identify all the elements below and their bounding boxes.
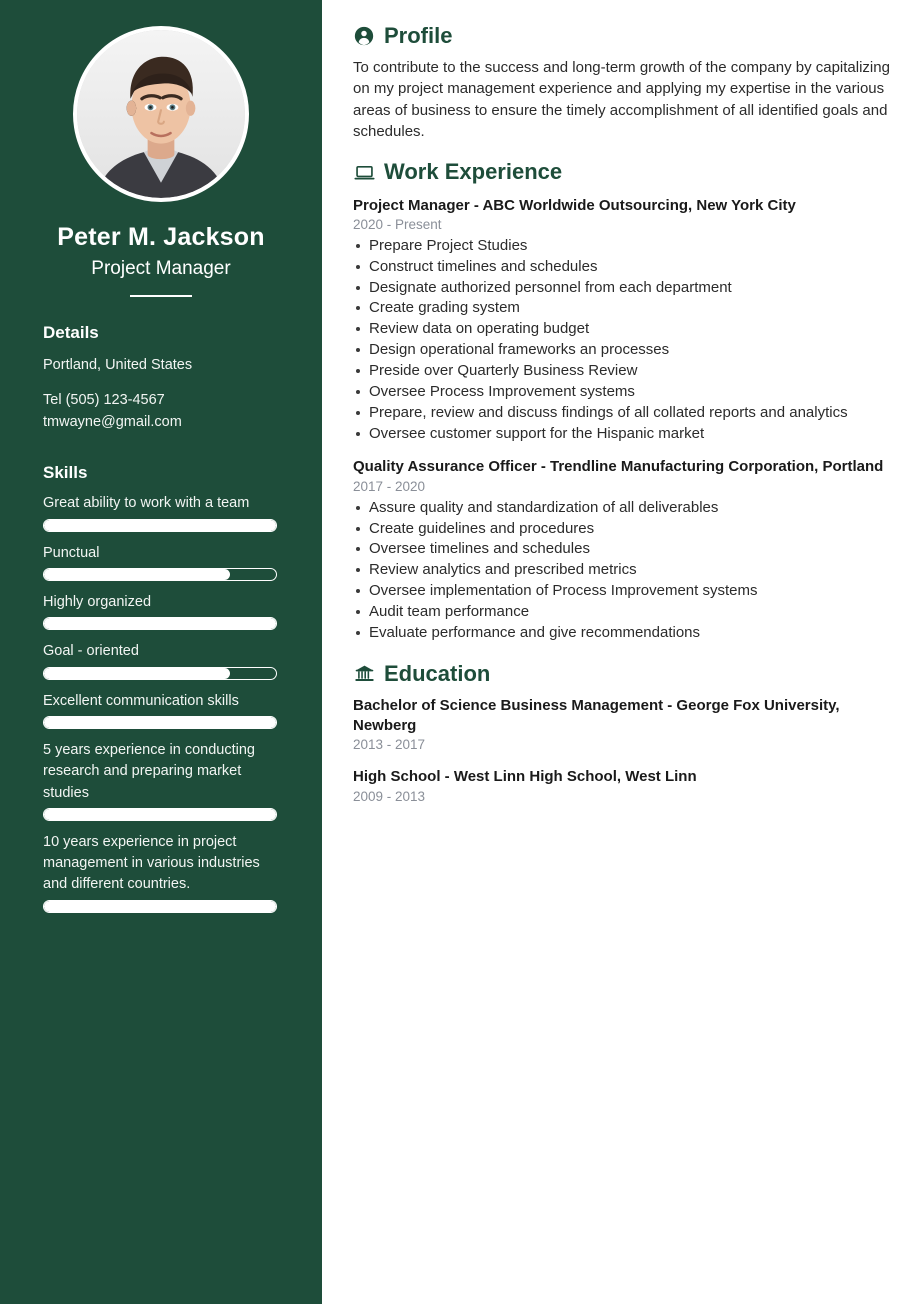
details-heading: Details [43,322,99,342]
work-bullet-item: Create guidelines and procedures [353,519,893,540]
skill-item: 10 years experience in project managemen… [43,832,277,913]
skill-label: Goal - oriented [43,643,139,660]
profile-text: To contribute to the success and long-te… [353,59,890,141]
skill-label: Excellent communication skills [43,692,239,709]
skill-bar [43,666,277,680]
skill-bar [43,518,277,532]
skill-label: 10 years experience in project managemen… [43,833,260,893]
skill-item: 5 years experience in conducting researc… [43,740,277,821]
details-section: Details Portland, United States Tel (505… [0,323,322,913]
detail-phone: Tel (505) 123-4567 [43,391,165,408]
profile-section-header: Profile [353,23,893,48]
work-bullet-item: Create grading system [353,298,893,319]
work-bullet-item: Oversee timelines and schedules [353,539,893,560]
skills-list: Great ability to work with a team Punctua… [43,493,277,913]
education-entry-title: High School - West Linn High School, Wes… [353,767,697,785]
education-entries: Bachelor of Science Business Management … [353,696,893,807]
work-bullet-item: Design operational frameworks an process… [353,340,893,361]
skills-heading: Skills [43,463,88,483]
avatar [73,26,249,202]
work-bullet-item: Prepare Project Studies [353,236,893,257]
work-entry: Project Manager - ABC Worldwide Outsourc… [353,196,893,445]
work-heading: Work Experience [384,159,563,185]
work-entries: Project Manager - ABC Worldwide Outsourc… [353,196,893,644]
work-bullet-item: Review data on operating budget [353,319,893,340]
profile-heading: Profile [384,23,453,48]
work-bullet-item: Prepare, review and discuss findings of … [353,403,893,424]
skill-label: Great ability to work with a team [43,495,250,512]
main-content: Profile To contribute to the success and… [322,0,917,1304]
header-divider-wrapper [0,294,322,297]
work-entry: Quality Assurance Officer - Trendline Ma… [353,457,893,643]
skill-item: Goal - oriented [43,641,277,680]
work-entry-bullets: Assure quality and standardization of al… [353,498,893,644]
skill-bar [43,715,277,729]
skill-label: Highly organized [43,593,152,610]
skill-bar-fill [44,519,276,531]
work-section-header: Work Experience [353,160,893,184]
resume-page: Peter M. Jackson Project Manager Details… [0,0,917,1304]
detail-location: Portland, United States [43,356,193,373]
education-section-header: Education [353,660,893,686]
skill-item: Great ability to work with a team [43,493,277,532]
skill-item: Highly organized [43,592,277,631]
work-bullet-item: Oversee implementation of Process Improv… [353,581,893,602]
laptop-icon [353,161,375,183]
work-bullet-item: Evaluate performance and give recommenda… [353,623,893,644]
skill-bar [43,899,277,913]
profile-photo-illustration [77,30,245,198]
skill-item: Punctual [43,543,277,581]
header-divider [130,294,192,297]
work-bullet-item: Oversee customer support for the Hispani… [353,424,893,445]
work-bullet-item: Review analytics and prescribed metrics [353,560,893,581]
skill-bar-fill [44,900,276,912]
skill-item: Excellent communication skills [43,691,277,729]
skill-bar [43,567,277,581]
work-entry-title: Project Manager - ABC Worldwide Outsourc… [353,196,796,214]
work-bullet-item: Assure quality and standardization of al… [353,498,893,519]
skill-bar-fill [44,667,230,679]
skill-bar-fill [44,808,276,820]
skill-bar [43,807,277,821]
education-entry-date: 2009 - 2013 [353,788,426,804]
education-entry: Bachelor of Science Business Management … [353,696,893,755]
skill-bar [43,617,277,631]
education-entry-title: Bachelor of Science Business Management … [353,696,840,734]
work-bullet-item: Construct timelines and schedules [353,257,893,278]
avatar-wrapper [0,26,322,202]
education-entry-date: 2013 - 2017 [353,737,426,753]
person-name: Peter M. Jackson [57,223,265,251]
skill-bar-fill [44,568,230,580]
skill-label: 5 years experience in conducting researc… [43,741,255,801]
person-circle-icon [353,25,375,47]
person-job-title: Project Manager [91,258,231,279]
bank-building-icon [353,663,375,685]
contact-block: Tel (505) 123-4567 tmwayne@gmail.com [43,390,277,434]
work-bullet-item: Oversee Process Improvement systems [353,382,893,403]
sidebar: Peter M. Jackson Project Manager Details… [0,0,322,1304]
education-heading: Education [384,660,491,686]
work-bullet-item: Audit team performance [353,602,893,623]
work-entry-title: Quality Assurance Officer - Trendline Ma… [353,458,884,476]
work-entry-date: 2020 - Present [353,217,442,233]
skill-label: Punctual [43,544,100,561]
detail-email[interactable]: tmwayne@gmail.com [43,412,277,434]
work-bullet-item: Preside over Quarterly Business Review [353,361,893,382]
skill-bar-fill [44,716,276,728]
work-entry-date: 2017 - 2020 [353,479,426,495]
work-bullet-item: Designate authorized personnel from each… [353,278,893,299]
work-entry-bullets: Prepare Project Studies Construct timelin… [353,236,893,444]
skill-bar-fill [44,618,276,630]
education-entry: High School - West Linn High School, Wes… [353,767,893,806]
